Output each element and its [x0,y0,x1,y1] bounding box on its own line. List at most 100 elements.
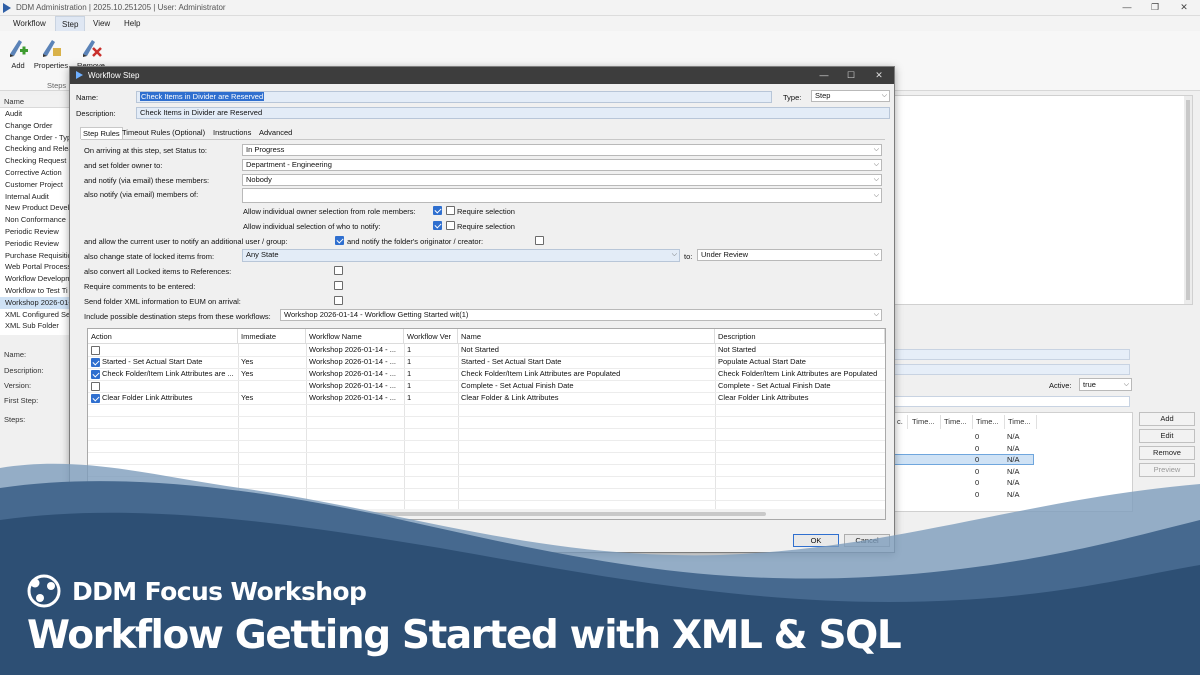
chevron-down-icon: ⌵ [671,251,677,258]
cancel-button[interactable]: Cancel [844,534,890,547]
workflow-list-item[interactable]: Purchase Requisitio [0,250,69,262]
menu-workflow[interactable]: Workflow [7,16,52,31]
edit-button[interactable]: Edit [1139,429,1195,443]
grid-cell-ver: 1 [407,369,412,378]
menu-step[interactable]: Step [55,16,86,31]
grid-row-divider [88,476,885,477]
detail-scrollbar[interactable] [1184,96,1192,304]
originator-checkbox[interactable] [535,236,544,245]
allow-notify-checkbox[interactable] [433,221,442,230]
xml-checkbox[interactable] [334,296,343,305]
menu-view[interactable]: View [87,16,116,31]
name-input[interactable]: Check Items in Divider are Reserved [136,91,772,103]
minimize-icon[interactable]: — [1115,1,1139,14]
status-select[interactable]: In Progress ⌵ [242,144,882,156]
col-workflow-ver[interactable]: Workflow Ver [404,329,458,344]
tab-timeout-rules[interactable]: Timeout Rules (Optional) [120,127,207,139]
workflow-list-item[interactable]: Checking Request [0,155,69,167]
also-notify-select[interactable]: ⌵ [242,188,882,203]
add-step-button[interactable]: Add [0,37,36,70]
change-state-from-select[interactable]: Any State ⌵ [242,249,680,262]
menu-help[interactable]: Help [118,16,146,31]
require-owner-checkbox[interactable] [446,206,455,215]
workflow-list-item[interactable]: Checking and Relea [0,143,69,155]
require-notify-checkbox[interactable] [446,221,455,230]
allow-owner-checkbox[interactable] [433,206,442,215]
owner-select[interactable]: Department - Engineering ⌵ [242,159,882,171]
workflow-list-item[interactable]: Periodic Review [0,238,69,250]
grid-horizontal-scrollbar[interactable] [88,509,885,519]
tab-instructions[interactable]: Instructions [211,127,253,139]
tab-divider [81,139,885,140]
notify-select[interactable]: Nobody ⌵ [242,174,882,186]
add-button[interactable]: Add [1139,412,1195,426]
details-first-step-field[interactable] [893,396,1130,407]
workflow-list-item[interactable]: Customer Project [0,179,69,191]
notify-value: Nobody [246,175,272,184]
workflow-list-item[interactable]: Internal Audit [0,191,69,203]
steps-col-time-2[interactable]: Time... [941,415,973,429]
workflow-list-item[interactable]: Workflow Developm [0,273,69,285]
steps-col-time-1[interactable]: Time... [909,415,941,429]
workflow-list-item[interactable]: New Product Develo [0,202,69,214]
grid-cell-name: Not Started [461,345,499,354]
col-immediate[interactable]: Immediate [238,329,306,344]
col-name[interactable]: Name [458,329,715,344]
current-user-checkbox[interactable] [335,236,344,245]
dialog-close-icon[interactable]: ✕ [867,69,891,82]
ok-button[interactable]: OK [793,534,839,547]
add-label: Add [11,61,25,70]
workflow-list-item[interactable]: Audit [0,108,69,120]
chevron-down-icon: ⌵ [1123,381,1129,388]
grid-cell-immediate [238,380,306,392]
dialog-title: Workflow Step [88,71,140,80]
workflow-list-item[interactable]: XML Sub Folder [0,320,69,332]
col-action[interactable]: Action [88,329,238,344]
dialog-minimize-icon[interactable]: — [812,69,836,82]
grid-cell-immediate: Yes [241,357,254,366]
col-description[interactable]: Description [715,329,885,344]
grid-cell-action [99,380,238,392]
include-workflows-select[interactable]: Workshop 2026-01-14 - Workflow Getting S… [280,309,882,321]
step-timeout-count: 0 [975,490,980,499]
comments-checkbox[interactable] [334,281,343,290]
details-name-field[interactable] [893,349,1130,360]
grid-cell-ver: 1 [407,381,412,390]
workflow-list-item[interactable]: Change Order - Typ [0,132,69,144]
banner-title: DDM Focus Workshop [72,577,367,606]
properties-button[interactable]: Properties [33,37,69,70]
close-icon[interactable]: ✕ [1172,1,1196,14]
workflow-list-header[interactable]: Name [0,95,69,108]
chevron-down-icon: ⌵ [873,146,879,153]
dialog-maximize-icon[interactable]: ☐ [839,69,863,82]
steps-grid: c. Time... Time... Time... Time... 0 N/A 0… [893,412,1133,512]
properties-label: Properties [33,61,69,70]
xml-label: Send folder XML information to EUM on ar… [84,297,241,306]
steps-col-time-3[interactable]: Time... [973,415,1005,429]
workflow-list-item[interactable]: Corrective Action [0,167,69,179]
restore-icon[interactable]: ❐ [1143,1,1167,14]
type-select[interactable]: Step ⌵ [811,90,890,102]
grid-row-divider [88,416,885,417]
change-state-to-select[interactable]: Under Review ⌵ [697,249,882,261]
step-timeout-count: 0 [975,455,980,465]
convert-checkbox[interactable] [334,266,343,275]
description-input[interactable]: Check Items in Divider are Reserved [136,107,890,119]
preview-button[interactable]: Preview [1139,463,1195,477]
active-select[interactable]: true ⌵ [1079,378,1132,391]
tab-step-rules[interactable]: Step Rules [80,127,123,139]
steps-col-time-4[interactable]: Time... [1005,415,1037,429]
include-workflows-value: Workshop 2026-01-14 - Workflow Getting S… [284,310,469,319]
workflow-list-item[interactable]: Web Portal Process [0,261,69,273]
workflow-list-item[interactable]: Workflow to Test Ti [0,285,69,297]
workflow-list-item[interactable]: Workshop 2026-01-1 [0,296,69,309]
workflow-list-item[interactable]: XML Configured Se [0,309,69,321]
grid-cell-description: Populate Actual Start Date [718,357,806,366]
workflow-list-item[interactable]: Change Order [0,120,69,132]
tab-advanced[interactable]: Advanced [257,127,294,139]
workflow-list-item[interactable]: Periodic Review [0,226,69,238]
workflow-list-item[interactable]: Non Conformance [0,214,69,226]
col-workflow-name[interactable]: Workflow Name [306,329,404,344]
remove-button[interactable]: Remove [1139,446,1195,460]
details-description-field[interactable] [893,364,1130,375]
